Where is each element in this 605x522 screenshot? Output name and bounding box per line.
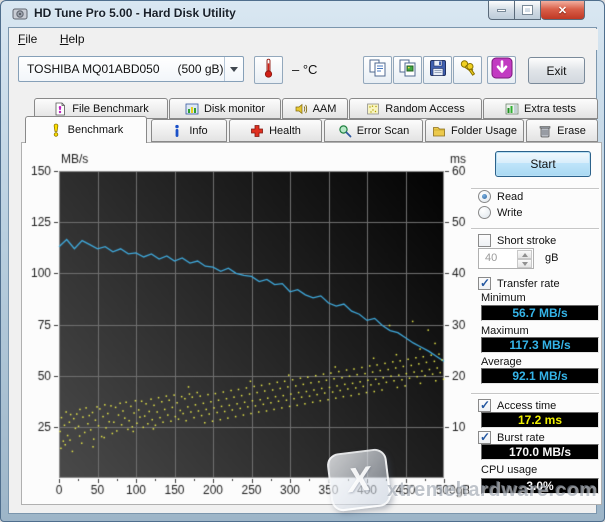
tab-benchmark[interactable]: Benchmark [25,116,147,143]
drive-name: TOSHIBA MQ01ABD050 [27,62,160,76]
cpu-usage-label: CPU usage [481,464,538,476]
drive-select-dropdown[interactable]: TOSHIBA MQ01ABD050 (500 gB) [18,56,244,82]
spin-down-icon[interactable] [517,259,532,268]
thermometer-icon [262,57,275,84]
burst-rate-value: 170.0 MB/s [481,444,599,460]
access-time-option[interactable]: Access time [478,398,556,412]
minimum-value: 56.7 MB/s [481,305,599,321]
extra-tests-icon [505,102,519,116]
random-access-icon [366,102,380,116]
tab-erase[interactable]: Erase [526,119,598,142]
tab-error-scan[interactable]: Error Scan [324,119,423,142]
benchmark-icon [49,123,63,137]
close-icon: ✕ [557,4,568,17]
short-stroke-checkbox[interactable] [478,234,491,247]
download-button[interactable] [487,56,516,84]
drive-capacity: (500 gB) [177,62,224,76]
copy-image-icon [398,58,418,83]
transfer-rate-checkbox[interactable] [478,276,491,290]
options-button[interactable] [453,56,482,84]
average-label: Average [481,356,522,368]
access-time-value: 17.2 ms [481,412,599,428]
disk-monitor-icon [185,102,199,116]
separator [471,393,599,395]
close-button[interactable]: ✕ [541,1,585,20]
maximum-value: 117.3 MB/s [481,337,599,353]
temperature-value: – °C [292,62,318,77]
tab-disk-monitor[interactable]: Disk monitor [169,98,281,119]
error-scan-icon [338,124,352,138]
tab-aam[interactable]: AAM [282,98,348,119]
tab-random-access[interactable]: Random Access [349,98,482,119]
write-radio[interactable] [478,206,491,219]
info-icon [170,124,184,138]
file-benchmark-icon [53,102,67,116]
keys-icon [458,58,478,83]
read-radio[interactable] [478,190,491,203]
download-arrow-icon [491,57,513,84]
window-controls: ✕ [488,1,585,20]
tab-health[interactable]: Health [229,119,322,142]
benchmark-chart [25,145,469,505]
transfer-rate-option[interactable]: Transfer rate [478,276,560,290]
tab-extra-tests[interactable]: Extra tests [483,98,598,119]
access-time-checkbox[interactable] [478,398,491,412]
menu-help[interactable]: Help [51,29,94,49]
spin-up-icon[interactable] [517,250,532,259]
temperature-button[interactable] [254,56,283,84]
copy-text-icon [368,58,388,83]
copy-text-button[interactable] [363,56,392,84]
trash-icon [538,124,552,138]
menu-bar: File Help [9,29,598,50]
minimum-label: Minimum [481,292,526,304]
save-icon [428,58,448,83]
write-option[interactable]: Write [478,206,522,219]
app-window: HD Tune Pro 5.00 - Hard Disk Utility ✕ F… [0,0,605,522]
maximize-button[interactable] [515,1,541,20]
burst-rate-checkbox[interactable] [478,430,491,444]
burst-rate-option[interactable]: Burst rate [478,430,545,444]
save-button[interactable] [423,56,452,84]
start-button[interactable]: Start [495,151,591,177]
short-stroke-option[interactable]: Short stroke [478,234,556,247]
tab-folder-usage[interactable]: Folder Usage [425,119,524,142]
separator [471,228,599,230]
health-icon [250,124,264,138]
short-stroke-size-stepper[interactable]: 40 [478,248,534,269]
speaker-icon [294,102,308,116]
copy-image-button[interactable] [393,56,422,84]
short-stroke-unit-label: gB [545,252,559,264]
maximize-icon [522,5,533,15]
window-title: HD Tune Pro 5.00 - Hard Disk Utility [34,6,236,20]
folder-icon [432,124,446,138]
tab-info[interactable]: Info [151,119,227,142]
menu-file[interactable]: File [9,29,46,49]
chevron-down-icon[interactable] [224,57,243,81]
average-value: 92.1 MB/s [481,368,599,384]
minimize-button[interactable] [488,1,515,20]
exit-button[interactable]: Exit [528,57,585,84]
cpu-usage-value: 3.0% [481,478,599,494]
app-disk-icon [12,6,28,22]
maximum-label: Maximum [481,325,529,337]
read-option[interactable]: Read [478,190,523,203]
minimize-icon [497,8,506,12]
